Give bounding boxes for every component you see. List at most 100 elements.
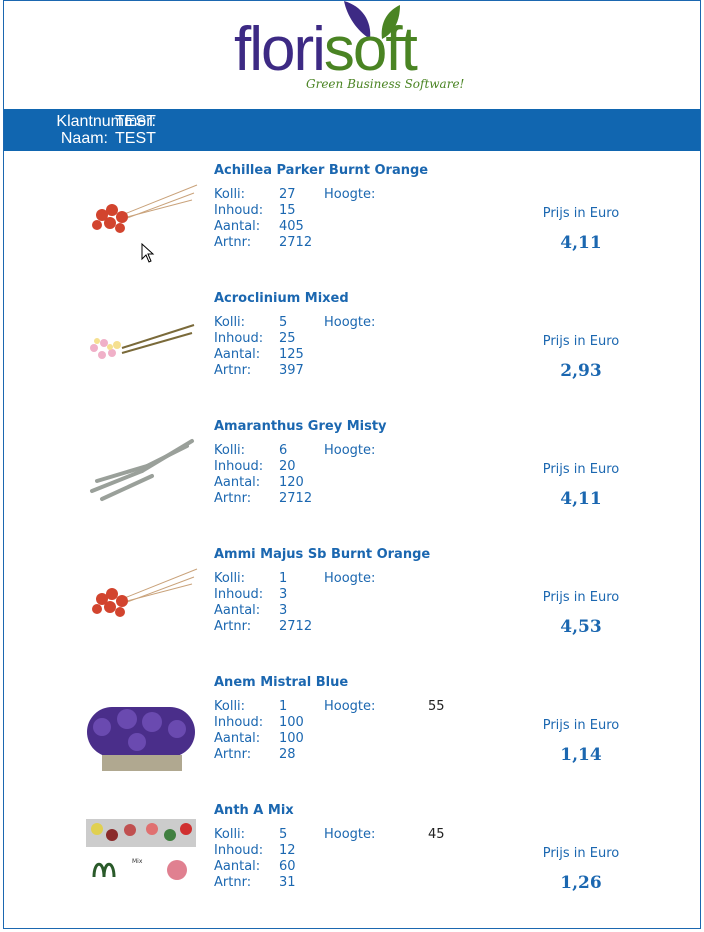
artnr-value: 31 xyxy=(279,875,296,890)
inhoud-value: 25 xyxy=(279,331,296,346)
artnr-value: 28 xyxy=(279,747,296,762)
price-label: Prijs in Euro xyxy=(542,334,620,349)
detail-aantal: Aantal: 60 xyxy=(214,859,296,875)
aantal-label: Aantal: xyxy=(214,347,261,362)
price-label: Prijs in Euro xyxy=(542,590,620,605)
artnr-value: 2712 xyxy=(279,235,313,250)
aantal-value: 125 xyxy=(279,347,304,362)
product-image xyxy=(87,707,195,771)
kolli-label: Kolli: xyxy=(214,571,246,586)
kolli-value: 27 xyxy=(279,187,296,202)
hoogte-value: 45 xyxy=(428,827,445,842)
detail-aantal: Aantal: 3 xyxy=(214,603,287,619)
kolli-value: 1 xyxy=(279,571,288,586)
product-image xyxy=(90,439,194,501)
product-item: Acroclinium Mixed Kolli: 5 Inhoud: 25 Aantal:… xyxy=(4,291,700,419)
product-name[interactable]: Ammi Majus Sb Burnt Orange xyxy=(214,547,430,562)
detail-inhoud: Inhoud: 25 xyxy=(214,331,296,347)
artnr-value: 2712 xyxy=(279,491,313,506)
price-label: Prijs in Euro xyxy=(542,206,620,221)
hoogte-value: 55 xyxy=(428,699,445,714)
artnr-label: Artnr: xyxy=(214,363,252,378)
product-image xyxy=(90,324,195,359)
price-label: Prijs in Euro xyxy=(542,462,620,477)
product-name[interactable]: Anem Mistral Blue xyxy=(214,675,348,690)
kolli-label: Kolli: xyxy=(214,187,246,202)
hoogte-label: Hoogte: xyxy=(324,315,376,330)
artnr-label: Artnr: xyxy=(214,747,252,762)
price-value: 4,11 xyxy=(560,489,602,509)
product-image: Mix xyxy=(86,819,196,880)
price-label: Prijs in Euro xyxy=(542,718,620,733)
artnr-value: 397 xyxy=(279,363,304,378)
detail-artnr: Artnr: 2712 xyxy=(214,491,312,507)
aantal-value: 405 xyxy=(279,219,304,234)
artnr-label: Artnr: xyxy=(214,619,252,634)
customer-number: TEST xyxy=(115,113,156,130)
product-name[interactable]: Amaranthus Grey Misty xyxy=(214,419,387,434)
detail-inhoud: Inhoud: 15 xyxy=(214,203,296,219)
product-item: Achillea Parker Burnt Orange Kolli: 27 Inho… xyxy=(4,163,700,291)
logo-tagline: Green Business Software! xyxy=(306,77,465,91)
inhoud-value: 20 xyxy=(279,459,296,474)
hoogte-label: Hoogte: xyxy=(324,699,376,714)
product-list-page: florisoft Green Business Software! Klant… xyxy=(3,0,701,929)
artnr-value: 2712 xyxy=(279,619,313,634)
kolli-label: Kolli: xyxy=(214,443,246,458)
product-item: Amaranthus Grey Misty Kolli: 6 Inhoud: 20 Aan… xyxy=(4,419,700,547)
detail-artnr: Artnr: 28 xyxy=(214,747,296,763)
detail-kolli: Kolli: 1 xyxy=(214,699,287,715)
price-value: 2,93 xyxy=(560,361,602,381)
aantal-value: 120 xyxy=(279,475,304,490)
kolli-label: Kolli: xyxy=(214,315,246,330)
artnr-label: Artnr: xyxy=(214,235,252,250)
detail-kolli: Kolli: 5 xyxy=(214,827,287,843)
detail-artnr: Artnr: 2712 xyxy=(214,235,312,251)
kolli-label: Kolli: xyxy=(214,699,246,714)
aantal-label: Aantal: xyxy=(214,859,261,874)
detail-inhoud: Inhoud: 100 xyxy=(214,715,304,731)
price-value: 4,11 xyxy=(560,233,602,253)
kolli-value: 1 xyxy=(279,699,288,714)
artnr-label: Artnr: xyxy=(214,875,252,890)
aantal-value: 3 xyxy=(279,603,288,618)
product-image xyxy=(92,568,198,617)
inhoud-label: Inhoud: xyxy=(214,715,264,730)
inhoud-value: 12 xyxy=(279,843,296,858)
product-item: Anem Mistral Blue Kolli: 1 Inhoud: 100 Aantal… xyxy=(4,675,700,803)
product-item: Mix Anth A Mix Kolli: 5 Inhoud: 12 Aantal: 60 Ar… xyxy=(4,803,700,931)
aantal-label: Aantal: xyxy=(214,731,261,746)
inhoud-value: 15 xyxy=(279,203,296,218)
product-name[interactable]: Anth A Mix xyxy=(214,803,294,818)
product-item: Ammi Majus Sb Burnt Orange Kolli: 1 Inhoud:… xyxy=(4,547,700,675)
price-value: 1,26 xyxy=(560,873,602,893)
product-name[interactable]: Achillea Parker Burnt Orange xyxy=(214,163,428,178)
aantal-label: Aantal: xyxy=(214,219,261,234)
product-name[interactable]: Acroclinium Mixed xyxy=(214,291,349,306)
aantal-label: Aantal: xyxy=(214,603,261,618)
customer-header: Klantnummer: TEST Naam: TEST xyxy=(4,109,700,151)
detail-inhoud: Inhoud: 12 xyxy=(214,843,296,859)
detail-artnr: Artnr: 2712 xyxy=(214,619,312,635)
mouse-cursor-icon xyxy=(141,243,155,263)
customer-name: TEST xyxy=(115,130,156,147)
svg-text:Mix: Mix xyxy=(132,858,143,865)
artnr-label: Artnr: xyxy=(214,491,252,506)
inhoud-label: Inhoud: xyxy=(214,203,264,218)
detail-kolli: Kolli: 1 xyxy=(214,571,287,587)
logo-text-soft: soft xyxy=(323,15,418,84)
aantal-value: 60 xyxy=(279,859,296,874)
detail-inhoud: Inhoud: 20 xyxy=(214,459,296,475)
detail-aantal: Aantal: 120 xyxy=(214,475,304,491)
hoogte-label: Hoogte: xyxy=(324,187,376,202)
detail-aantal: Aantal: 405 xyxy=(214,219,304,235)
detail-artnr: Artnr: 31 xyxy=(214,875,296,891)
kolli-value: 5 xyxy=(279,315,288,330)
inhoud-label: Inhoud: xyxy=(214,331,264,346)
customer-name-label: Naam: xyxy=(60,130,108,147)
detail-kolli: Kolli: 5 xyxy=(214,315,287,331)
kolli-value: 6 xyxy=(279,443,288,458)
kolli-value: 5 xyxy=(279,827,288,842)
logo-text-flori: flori xyxy=(234,15,326,84)
aantal-value: 100 xyxy=(279,731,304,746)
